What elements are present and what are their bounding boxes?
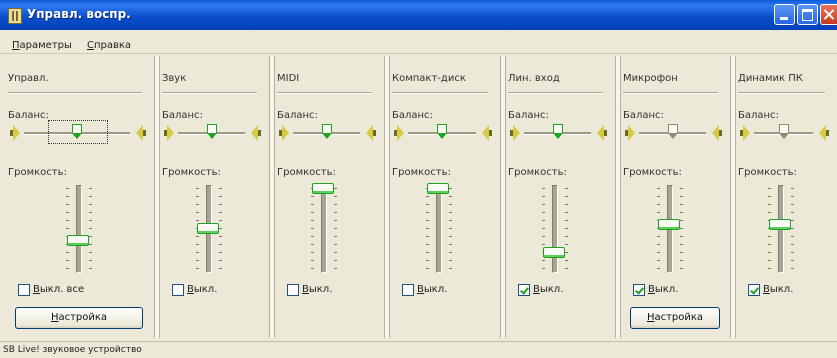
volume-control-window: Управл. воспр. Параметры Справка Управл.… bbox=[0, 0, 837, 358]
mute-label-text: ыкл. bbox=[769, 284, 794, 295]
mute-checkbox[interactable] bbox=[748, 284, 760, 296]
right-speaker-icon bbox=[819, 125, 829, 141]
balance-label: Баланс: bbox=[738, 110, 779, 121]
channel-name: Динамик ПК bbox=[738, 73, 803, 84]
channel-panel bbox=[0, 0, 837, 357]
mute-checkbox-label[interactable]: Выкл. bbox=[763, 284, 793, 295]
volume-ticks bbox=[768, 188, 771, 276]
balance-slider[interactable] bbox=[740, 122, 831, 148]
volume-label: Громкость: bbox=[738, 167, 797, 178]
left-speaker-icon bbox=[740, 125, 750, 141]
panel-divider bbox=[730, 56, 736, 338]
volume-ticks bbox=[791, 188, 794, 276]
balance-thumb[interactable] bbox=[778, 124, 789, 139]
mute-accel: В bbox=[763, 284, 770, 295]
volume-thumb[interactable] bbox=[769, 219, 791, 230]
status-text: SB Live! звуковое устройство bbox=[3, 345, 142, 355]
status-bar: SB Live! звуковое устройство bbox=[0, 341, 837, 358]
channel-separator bbox=[738, 92, 825, 94]
